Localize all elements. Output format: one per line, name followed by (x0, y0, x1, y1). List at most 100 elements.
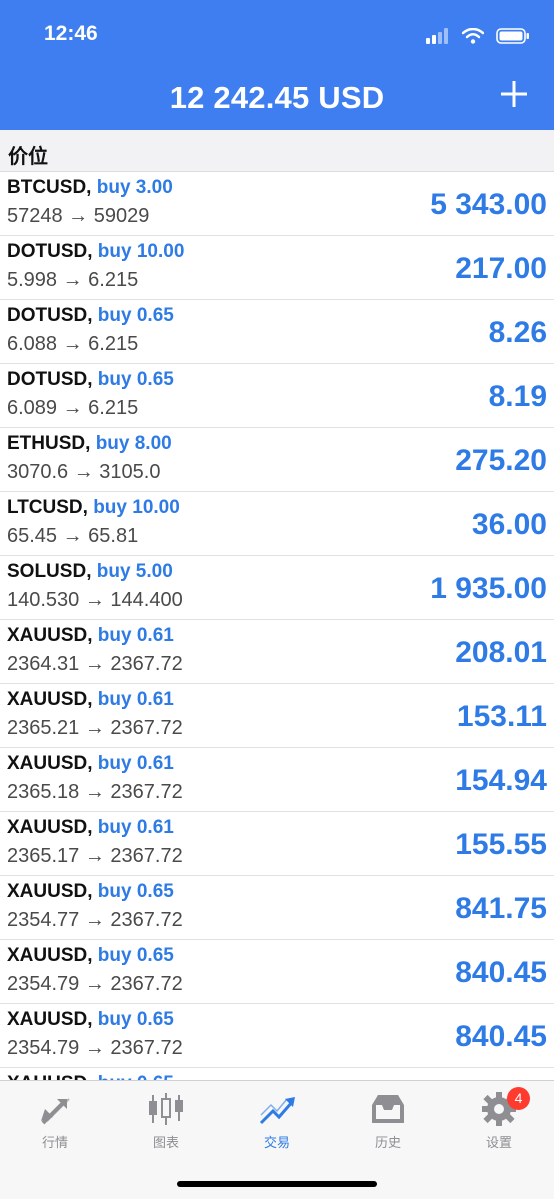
tab-history-inbox[interactable]: 历史 (333, 1081, 443, 1161)
history-inbox-icon (372, 1095, 404, 1123)
plus-icon (501, 81, 527, 107)
position-side-volume: buy 0.65 (97, 1009, 174, 1030)
position-row[interactable]: BTCUSD, buy 3.00 57248 → 59029 5 343.00 (0, 172, 554, 236)
position-symbol: DOTUSD (7, 369, 88, 390)
position-symbol: LTCUSD (7, 497, 83, 518)
position-prices: 2364.31 → 2367.72 (7, 653, 183, 675)
position-prices: 5.998 → 6.215 (7, 269, 139, 291)
position-row[interactable]: XAUUSD, buy 0.65 (0, 1068, 554, 1080)
position-prices: 2354.77 → 2367.72 (7, 909, 183, 931)
position-prices: 57248 → 59029 (7, 205, 150, 227)
position-row[interactable]: XAUUSD, buy 0.65 2354.77 → 2367.72 841.75 (0, 876, 554, 940)
position-header: DOTUSD, buy 0.65 (7, 369, 174, 391)
position-symbol: XAUUSD (7, 817, 88, 838)
position-symbol: XAUUSD (7, 625, 88, 646)
position-symbol: XAUUSD (7, 1009, 88, 1030)
position-profit: 841.75 (455, 892, 547, 925)
position-row[interactable]: DOTUSD, buy 10.00 5.998 → 6.215 217.00 (0, 236, 554, 300)
tab-label: 行情 (41, 1135, 68, 1150)
position-header: XAUUSD, buy 0.61 (7, 689, 174, 711)
position-header: DOTUSD, buy 10.00 (7, 241, 184, 263)
symbol-separator: , (86, 561, 97, 582)
add-order-button[interactable] (500, 80, 528, 108)
position-header: LTCUSD, buy 10.00 (7, 497, 180, 519)
header-bar: 12:46 12 242.45 USD (0, 0, 554, 130)
status-time: 12:46 (44, 22, 98, 45)
position-prices: 2365.21 → 2367.72 (7, 717, 183, 739)
symbol-separator: , (87, 369, 98, 390)
position-profit: 217.00 (455, 252, 547, 285)
position-row[interactable]: XAUUSD, buy 0.61 2364.31 → 2367.72 208.01 (0, 620, 554, 684)
tab-label: 历史 (374, 1135, 401, 1150)
wifi-icon (462, 28, 484, 44)
position-header: DOTUSD, buy 0.65 (7, 305, 174, 327)
battery-icon (496, 28, 529, 44)
home-indicator (177, 1181, 377, 1187)
position-row[interactable]: XAUUSD, buy 0.61 2365.17 → 2367.72 155.55 (0, 812, 554, 876)
quotes-arrows-icon (41, 1098, 70, 1125)
position-side-volume: buy 0.65 (97, 305, 174, 326)
position-prices: 3070.6 → 3105.0 (7, 461, 161, 483)
position-side-volume: buy 0.61 (97, 625, 174, 646)
position-row[interactable]: DOTUSD, buy 0.65 6.089 → 6.215 8.19 (0, 364, 554, 428)
position-symbol: DOTUSD (7, 305, 88, 326)
position-row[interactable]: XAUUSD, buy 0.65 2354.79 → 2367.72 840.45 (0, 940, 554, 1004)
position-header: XAUUSD, buy 0.61 (7, 753, 174, 775)
position-header: XAUUSD, buy 0.65 (7, 1009, 174, 1031)
position-side-volume: buy 0.61 (97, 817, 174, 838)
position-row[interactable]: XAUUSD, buy 0.61 2365.18 → 2367.72 154.94 (0, 748, 554, 812)
position-symbol: BTCUSD (7, 177, 87, 198)
position-side-volume: buy 0.65 (98, 1073, 174, 1080)
position-symbol: DOTUSD (7, 241, 88, 262)
position-row[interactable]: LTCUSD, buy 10.00 65.45 → 65.81 36.00 (0, 492, 554, 556)
symbol-separator: , (87, 305, 98, 326)
symbol-separator: , (87, 945, 98, 966)
symbol-separator: , (87, 241, 98, 262)
position-row[interactable]: XAUUSD, buy 0.65 2354.79 → 2367.72 840.45 (0, 1004, 554, 1068)
position-row[interactable]: DOTUSD, buy 0.65 6.088 → 6.215 8.26 (0, 300, 554, 364)
position-prices: 65.45 → 65.81 (7, 525, 139, 547)
symbol-separator: , (85, 433, 96, 454)
position-header: XAUUSD, buy 0.65 (7, 1073, 174, 1080)
position-profit: 8.19 (488, 380, 547, 413)
position-profit: 153.11 (456, 700, 547, 733)
position-symbol: XAUUSD (7, 1073, 87, 1080)
position-profit: 1 935.00 (430, 572, 547, 605)
symbol-separator: , (87, 689, 98, 710)
position-side-volume: buy 10.00 (97, 241, 185, 262)
trade-trend-icon (259, 1097, 295, 1125)
tab-candlestick-chart[interactable]: 图表 (111, 1081, 221, 1161)
position-symbol: XAUUSD (7, 753, 88, 774)
symbol-separator: , (87, 625, 98, 646)
position-prices: 2354.79 → 2367.72 (7, 973, 183, 995)
symbol-separator: , (86, 177, 97, 198)
position-profit: 840.45 (455, 1020, 547, 1053)
status-icons (426, 24, 530, 48)
position-profit: 840.45 (455, 956, 547, 989)
position-profit: 5 343.00 (430, 188, 547, 221)
position-header: XAUUSD, buy 0.65 (7, 945, 174, 967)
tab-label: 交易 (263, 1135, 290, 1150)
tab-trade-trend[interactable]: 交易 (222, 1081, 332, 1161)
position-row[interactable]: XAUUSD, buy 0.61 2365.21 → 2367.72 153.11 (0, 684, 554, 748)
position-header: XAUUSD, buy 0.61 (7, 817, 174, 839)
position-side-volume: buy 0.61 (97, 753, 174, 774)
position-side-volume: buy 0.65 (97, 881, 174, 902)
position-row[interactable]: ETHUSD, buy 8.00 3070.6 → 3105.0 275.20 (0, 428, 554, 492)
positions-list[interactable]: BTCUSD, buy 3.00 57248 → 59029 5 343.00 DOT… (0, 172, 554, 1080)
position-symbol: XAUUSD (7, 945, 88, 966)
position-prices: 2365.17 → 2367.72 (7, 845, 183, 867)
position-row[interactable]: SOLUSD, buy 5.00 140.530 → 144.400 1 935.0… (0, 556, 554, 620)
position-side-volume: buy 8.00 (95, 433, 172, 454)
position-profit: 275.20 (455, 444, 547, 477)
section-title: 价位 (8, 146, 48, 168)
symbol-separator: , (87, 1073, 98, 1080)
cellular-signal-icon (426, 28, 448, 44)
tab-quotes-arrows[interactable]: 行情 (0, 1081, 110, 1161)
position-side-volume: buy 5.00 (96, 561, 173, 582)
position-prices: 6.089 → 6.215 (7, 397, 139, 419)
symbol-separator: , (87, 817, 98, 838)
position-side-volume: buy 3.00 (96, 177, 173, 198)
position-profit: 8.26 (488, 316, 547, 349)
tab-gear[interactable]: 设置 4 (444, 1081, 554, 1161)
